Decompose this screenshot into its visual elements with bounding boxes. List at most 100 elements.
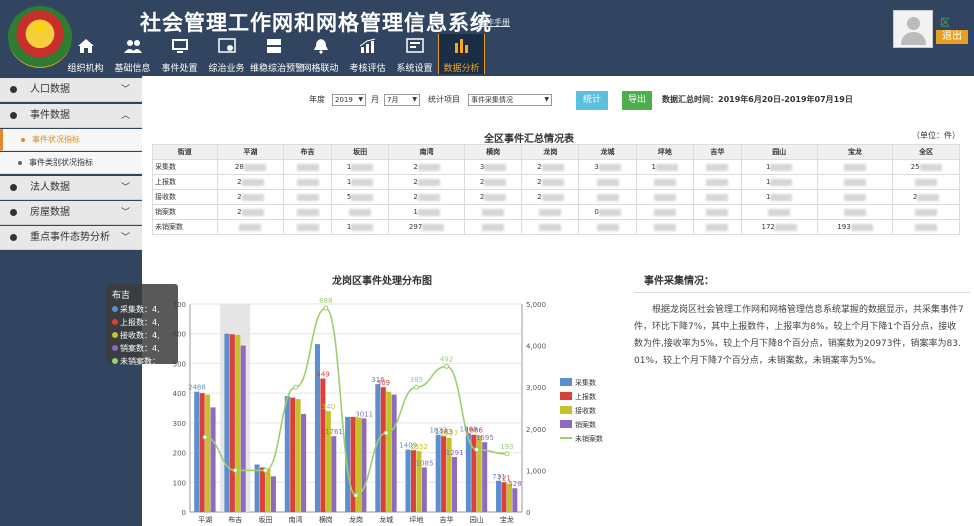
table-cell xyxy=(578,189,637,205)
logout-button[interactable]: 退出 xyxy=(936,30,968,44)
data-label: 309 xyxy=(377,379,390,387)
stat-button[interactable]: 统计 xyxy=(576,91,608,110)
y-tick-label: 0 xyxy=(182,509,186,517)
monitor-icon xyxy=(171,39,188,53)
nav-item-basic[interactable]: 基础信息 xyxy=(109,34,156,74)
chart-bar xyxy=(451,457,458,512)
table-header-cell: 坂田 xyxy=(330,144,390,160)
nav-label: 数据分析 xyxy=(443,64,480,74)
redacted-value xyxy=(484,163,507,171)
redacted-value xyxy=(541,163,564,171)
sidebar-subitem-event-category[interactable]: 事件类别状况指标 xyxy=(0,152,142,174)
chevron-down-icon: ﹀ xyxy=(120,85,130,95)
table-cell xyxy=(692,219,742,235)
bullet-icon xyxy=(18,161,22,165)
sidebar-item-label: 事件数据 xyxy=(30,110,70,121)
table-cell: 297 xyxy=(388,219,465,235)
table-cell xyxy=(521,204,580,220)
nav-label: 考核评估 xyxy=(349,64,386,74)
table-cell: 2 xyxy=(892,189,960,205)
table-row-label: 未销案数 xyxy=(152,219,218,235)
sidebar-subitem-event-status[interactable]: 事件状况指标 xyxy=(0,129,142,151)
nav-item-org[interactable]: 组织机构 xyxy=(62,34,109,74)
data-label: 1761 xyxy=(325,428,343,436)
legend-swatch xyxy=(560,378,572,386)
table-cell xyxy=(578,219,637,235)
redacted-value xyxy=(539,208,562,216)
x-tick-label: 南湾 xyxy=(289,515,303,524)
chart-bar xyxy=(210,407,216,512)
nav-label: 组织机构 xyxy=(67,64,104,74)
redacted-value xyxy=(774,223,797,231)
user-avatar[interactable] xyxy=(893,10,933,48)
tooltip-row: 采集数：4, xyxy=(112,303,172,316)
redacted-value xyxy=(417,178,440,186)
sidebar-item-key-events[interactable]: 重点事件态势分析 ﹀ xyxy=(0,226,142,250)
nav-label: 网格联动 xyxy=(302,64,339,74)
table-cell xyxy=(635,189,694,205)
chart-bar xyxy=(254,464,260,512)
table-cell: 2 xyxy=(463,189,523,205)
nav-item-event[interactable]: 事件处置 xyxy=(156,34,203,74)
line-point xyxy=(383,430,389,436)
export-button[interactable]: 导出 xyxy=(622,91,652,110)
month-value: 7月 xyxy=(387,96,399,104)
table-cell: 28 xyxy=(216,159,285,175)
nav-item-analysis[interactable]: 数据分析 xyxy=(438,34,485,74)
item-select[interactable]: 事件采集情况 ▼ xyxy=(468,94,552,106)
data-label: 1527 xyxy=(440,430,458,438)
redacted-value xyxy=(598,163,621,171)
table-cell: 1 xyxy=(388,204,465,220)
redacted-value xyxy=(653,178,676,186)
month-select[interactable]: 7月 ▼ xyxy=(384,94,420,106)
line-point xyxy=(323,305,329,311)
table-cell: 2 xyxy=(521,189,580,205)
manual-link[interactable]: 操作手册 xyxy=(478,17,510,28)
chart-bar xyxy=(476,435,482,512)
event-distribution-chart: 010020030040050060070001,0002,0003,0004,… xyxy=(173,297,603,524)
sidebar-item-housing[interactable]: 房屋数据 ﹀ xyxy=(0,201,142,225)
year-select[interactable]: 2019 ▼ xyxy=(332,94,366,106)
table-header-cell: 宝龙 xyxy=(816,144,894,160)
table-cell: 172 xyxy=(740,219,818,235)
sidebar-item-events[interactable]: 事件数据 ︿ xyxy=(0,104,142,128)
chart-bar xyxy=(314,344,320,512)
chart-bar xyxy=(386,391,392,512)
redacted-value xyxy=(770,193,793,201)
chart-bar xyxy=(224,333,230,512)
nav-item-business[interactable]: 综治业务 xyxy=(203,34,250,74)
redacted-value xyxy=(296,178,319,186)
table-cell xyxy=(816,159,894,175)
line-point xyxy=(262,467,268,473)
area-link[interactable]: 区 xyxy=(940,14,950,29)
line-point xyxy=(474,447,480,453)
table-header-cell: 龙城 xyxy=(578,144,637,160)
data-label: 1085 xyxy=(416,459,434,467)
table-cell xyxy=(740,204,818,220)
legend-dot-icon xyxy=(112,319,118,325)
redacted-value xyxy=(653,193,676,201)
people-icon xyxy=(123,40,142,53)
table-cell: 5 xyxy=(330,189,390,205)
dot-icon xyxy=(10,209,17,216)
sidebar-item-population[interactable]: 人口数据 ﹀ xyxy=(0,78,142,102)
sidebar-item-label: 重点事件态势分析 xyxy=(30,232,110,243)
redacted-value xyxy=(241,193,264,201)
y-tick-label: 200 xyxy=(173,450,186,458)
sidebar-item-legal[interactable]: 法人数据 ﹀ xyxy=(0,176,142,200)
table-cell xyxy=(283,204,332,220)
date-range-text: 数据汇总时间：2019年6月20日-2019年07月19日 xyxy=(662,95,853,104)
nav-item-warning[interactable]: 维稳综治预警 xyxy=(250,34,304,74)
nav-item-settings[interactable]: 系统设置 xyxy=(391,34,438,74)
nav-item-assess[interactable]: 考核评估 xyxy=(344,34,391,74)
legend-label: 采集数 xyxy=(575,378,596,387)
chart-bar xyxy=(391,394,397,512)
table-cell xyxy=(216,219,285,235)
table-cell xyxy=(463,204,523,220)
redacted-value xyxy=(919,163,942,171)
table-header-cell: 平湖 xyxy=(216,144,285,160)
nav-item-grid[interactable]: 网格联动 xyxy=(297,34,344,74)
table-cell: 2 xyxy=(521,159,580,175)
legend-swatch xyxy=(560,392,572,400)
table-cell xyxy=(283,159,332,175)
